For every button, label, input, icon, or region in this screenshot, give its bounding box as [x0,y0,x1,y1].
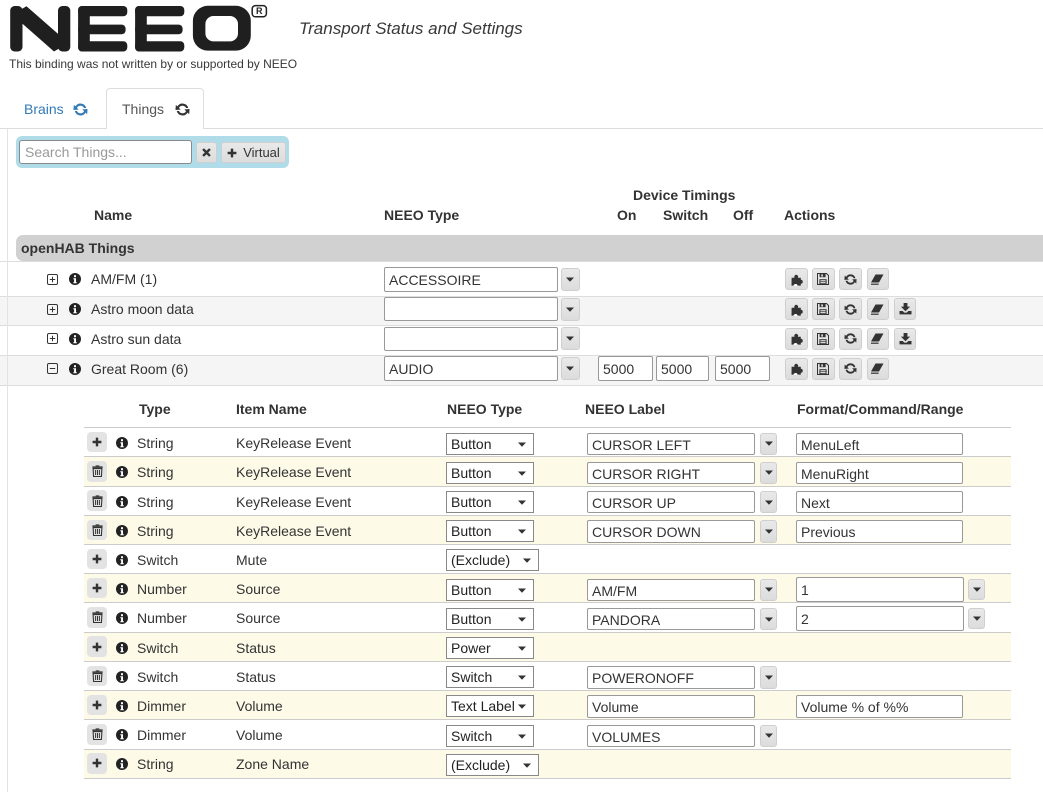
svg-text:R: R [256,6,263,16]
